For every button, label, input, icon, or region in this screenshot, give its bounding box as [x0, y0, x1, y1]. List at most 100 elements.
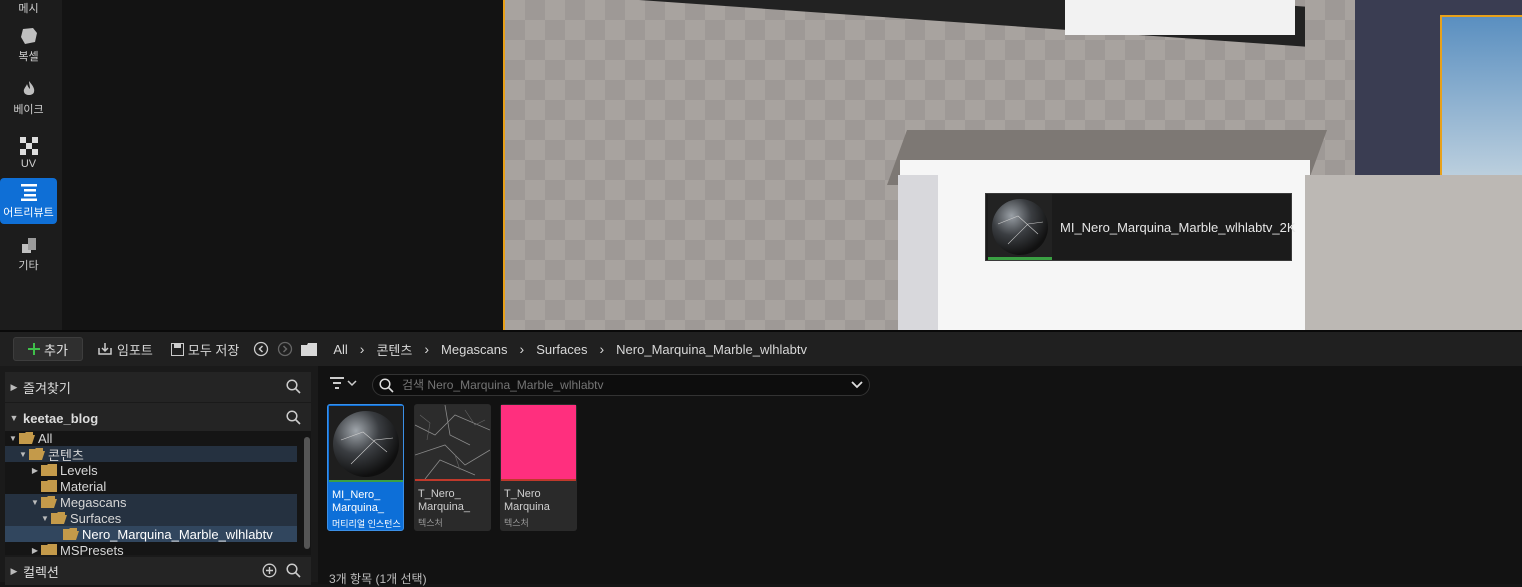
tree-item-label: Surfaces: [70, 510, 122, 526]
asset-name: T_Nero_ Marquina_: [418, 488, 470, 513]
mode-label: 메시: [18, 3, 39, 15]
drag-asset-name: MI_Nero_Marquina_Marble_wlhlabtv_2K: [1060, 219, 1296, 235]
asset-name: T_Nero Marquina: [504, 488, 550, 513]
tree-item-mspresets[interactable]: ▶ MSPresets: [5, 542, 297, 555]
level-viewport[interactable]: [503, 0, 1522, 330]
tree-item-nero-marquina[interactable]: Nero_Marquina_Marble_wlhlabtv: [5, 526, 297, 542]
folder-icon: [301, 342, 318, 356]
asset-search-box[interactable]: [372, 374, 870, 396]
project-header[interactable]: ▼ keetae_blog: [5, 403, 311, 433]
save-all-button[interactable]: 모두 저장: [163, 337, 247, 361]
asset-search-input[interactable]: [400, 377, 840, 393]
asset-view: MI_Nero_Marquina_ 머티리얼 인스턴스 T_Nero_Marqu…: [318, 366, 1522, 586]
import-label: 임포트: [117, 342, 153, 358]
back-arrow-icon: [254, 341, 269, 357]
tree-item-label: Megascans: [60, 494, 127, 510]
content-browser: 추가 임포트 모두 저장 All › 콘텐츠 › Megascans › Sur…: [0, 330, 1522, 586]
collapsed-caret-icon: ▶: [10, 565, 18, 576]
list-icon: [20, 184, 37, 201]
asset-tile-texture-pink[interactable]: T_Nero Marquina 텍스처: [500, 404, 577, 531]
expanded-caret-icon: ▼: [19, 449, 27, 459]
floor: [1305, 175, 1522, 330]
collections-header[interactable]: ▶ 컬렉션: [5, 557, 311, 585]
mode-voxel[interactable]: 복셀: [0, 22, 57, 68]
mode-attribute[interactable]: 어트리뷰트: [0, 178, 57, 224]
folder-root-button[interactable]: [297, 337, 321, 361]
tree-item-label: All: [38, 431, 53, 446]
asset-type-bar: [501, 479, 576, 481]
filter-bar: [318, 366, 1522, 400]
sources-panel: ▶ 즐겨찾기 ▼ keetae_blog ▼ All ▼ 콘텐츠 ▶ Level…: [5, 370, 311, 585]
open-folder-icon: [63, 528, 79, 540]
open-folder-icon: [19, 432, 35, 444]
project-label: keetae_blog: [23, 410, 99, 426]
asset-type: 텍스처: [418, 518, 443, 528]
expanded-caret-icon: ▼: [31, 497, 39, 507]
save-icon: [170, 342, 184, 356]
favorites-header[interactable]: ▶ 즐겨찾기: [5, 372, 311, 402]
breadcrumb-surfaces[interactable]: Surfaces: [524, 342, 599, 357]
mode-label: 베이크: [13, 104, 44, 116]
tree-item-label: MSPresets: [60, 542, 124, 556]
mode-misc[interactable]: 기타: [0, 231, 57, 277]
pink-texture-thumbnail: [501, 405, 576, 479]
tree-item-label: 콘텐츠: [48, 447, 84, 463]
marble-sphere-thumbnail: [329, 406, 403, 480]
asset-thumbnail: [988, 194, 1052, 260]
breadcrumb-content[interactable]: 콘텐츠: [364, 340, 424, 359]
search-icon[interactable]: [286, 410, 301, 425]
misc-icon: [21, 238, 36, 253]
item-count-status: 3개 항목 (1개 선택): [329, 572, 427, 586]
breadcrumb-megascans[interactable]: Megascans: [429, 342, 519, 357]
asset-type-bar: [329, 480, 403, 482]
mode-mesh[interactable]: 메시: [0, 0, 57, 20]
tree-item-content[interactable]: ▼ 콘텐츠: [5, 446, 297, 463]
back-button[interactable]: [249, 337, 273, 361]
collapsed-caret-icon: ▶: [31, 465, 39, 475]
add-button[interactable]: 추가: [13, 337, 83, 361]
open-folder-icon: [29, 448, 45, 460]
white-wall-top: [1065, 0, 1295, 35]
mode-details-panel: [62, 0, 503, 330]
favorites-label: 즐겨찾기: [23, 380, 71, 396]
tree-item-megascans[interactable]: ▼ Megascans: [5, 494, 297, 510]
tree-item-levels[interactable]: ▶ Levels: [5, 462, 297, 478]
asset-type: 텍스처: [504, 518, 529, 528]
breadcrumb-current-folder[interactable]: Nero_Marquina_Marble_wlhlabtv: [604, 342, 819, 357]
forward-button[interactable]: [273, 337, 297, 361]
tree-item-material[interactable]: Material: [5, 478, 297, 494]
breadcrumb-all[interactable]: All: [321, 342, 359, 357]
search-icon[interactable]: [286, 379, 301, 394]
collections-label: 컬렉션: [23, 564, 59, 580]
chevron-down-icon: [347, 380, 357, 387]
content-browser-toolbar: 추가 임포트 모두 저장 All › 콘텐츠 › Megascans › Sur…: [0, 332, 1522, 366]
asset-tile-texture-normal[interactable]: T_Nero_ Marquina_ 텍스처: [414, 404, 491, 531]
drag-asset-tooltip: MI_Nero_Marquina_Marble_wlhlabtv_2K: [985, 193, 1296, 261]
asset-type: 머티리얼 인스턴스: [332, 519, 401, 529]
chevron-down-icon[interactable]: [851, 381, 863, 389]
import-button[interactable]: 임포트: [89, 337, 161, 361]
mode-label: 복셀: [18, 51, 39, 63]
tree-item-label: Levels: [60, 462, 98, 478]
search-icon[interactable]: [286, 563, 301, 578]
asset-tile-material-instance[interactable]: MI_Nero_ Marquina_ 머티리얼 인스턴스: [327, 404, 404, 531]
save-all-label: 모두 저장: [187, 342, 240, 358]
tree-item-label: Nero_Marquina_Marble_wlhlabtv: [82, 526, 273, 542]
mode-label: 기타: [18, 260, 39, 272]
filter-button[interactable]: [330, 377, 357, 389]
window-sky: [1440, 15, 1522, 200]
voxel-icon: [20, 28, 37, 44]
mode-uv[interactable]: UV: [0, 128, 57, 174]
mode-label: 어트리뷰트: [3, 207, 54, 219]
tree-item-surfaces[interactable]: ▼ Surfaces: [5, 510, 297, 526]
tree-scrollbar[interactable]: [304, 437, 310, 549]
counter-side: [898, 175, 938, 330]
open-folder-icon: [51, 512, 67, 524]
mode-bake[interactable]: 베이크: [0, 75, 57, 121]
add-label: 추가: [44, 342, 68, 358]
expanded-caret-icon: ▼: [41, 513, 49, 523]
add-collection-icon[interactable]: [262, 563, 277, 578]
asset-type-bar: [415, 479, 490, 481]
asset-name: MI_Nero_ Marquina_: [332, 489, 384, 514]
expanded-caret-icon: ▼: [9, 433, 17, 443]
